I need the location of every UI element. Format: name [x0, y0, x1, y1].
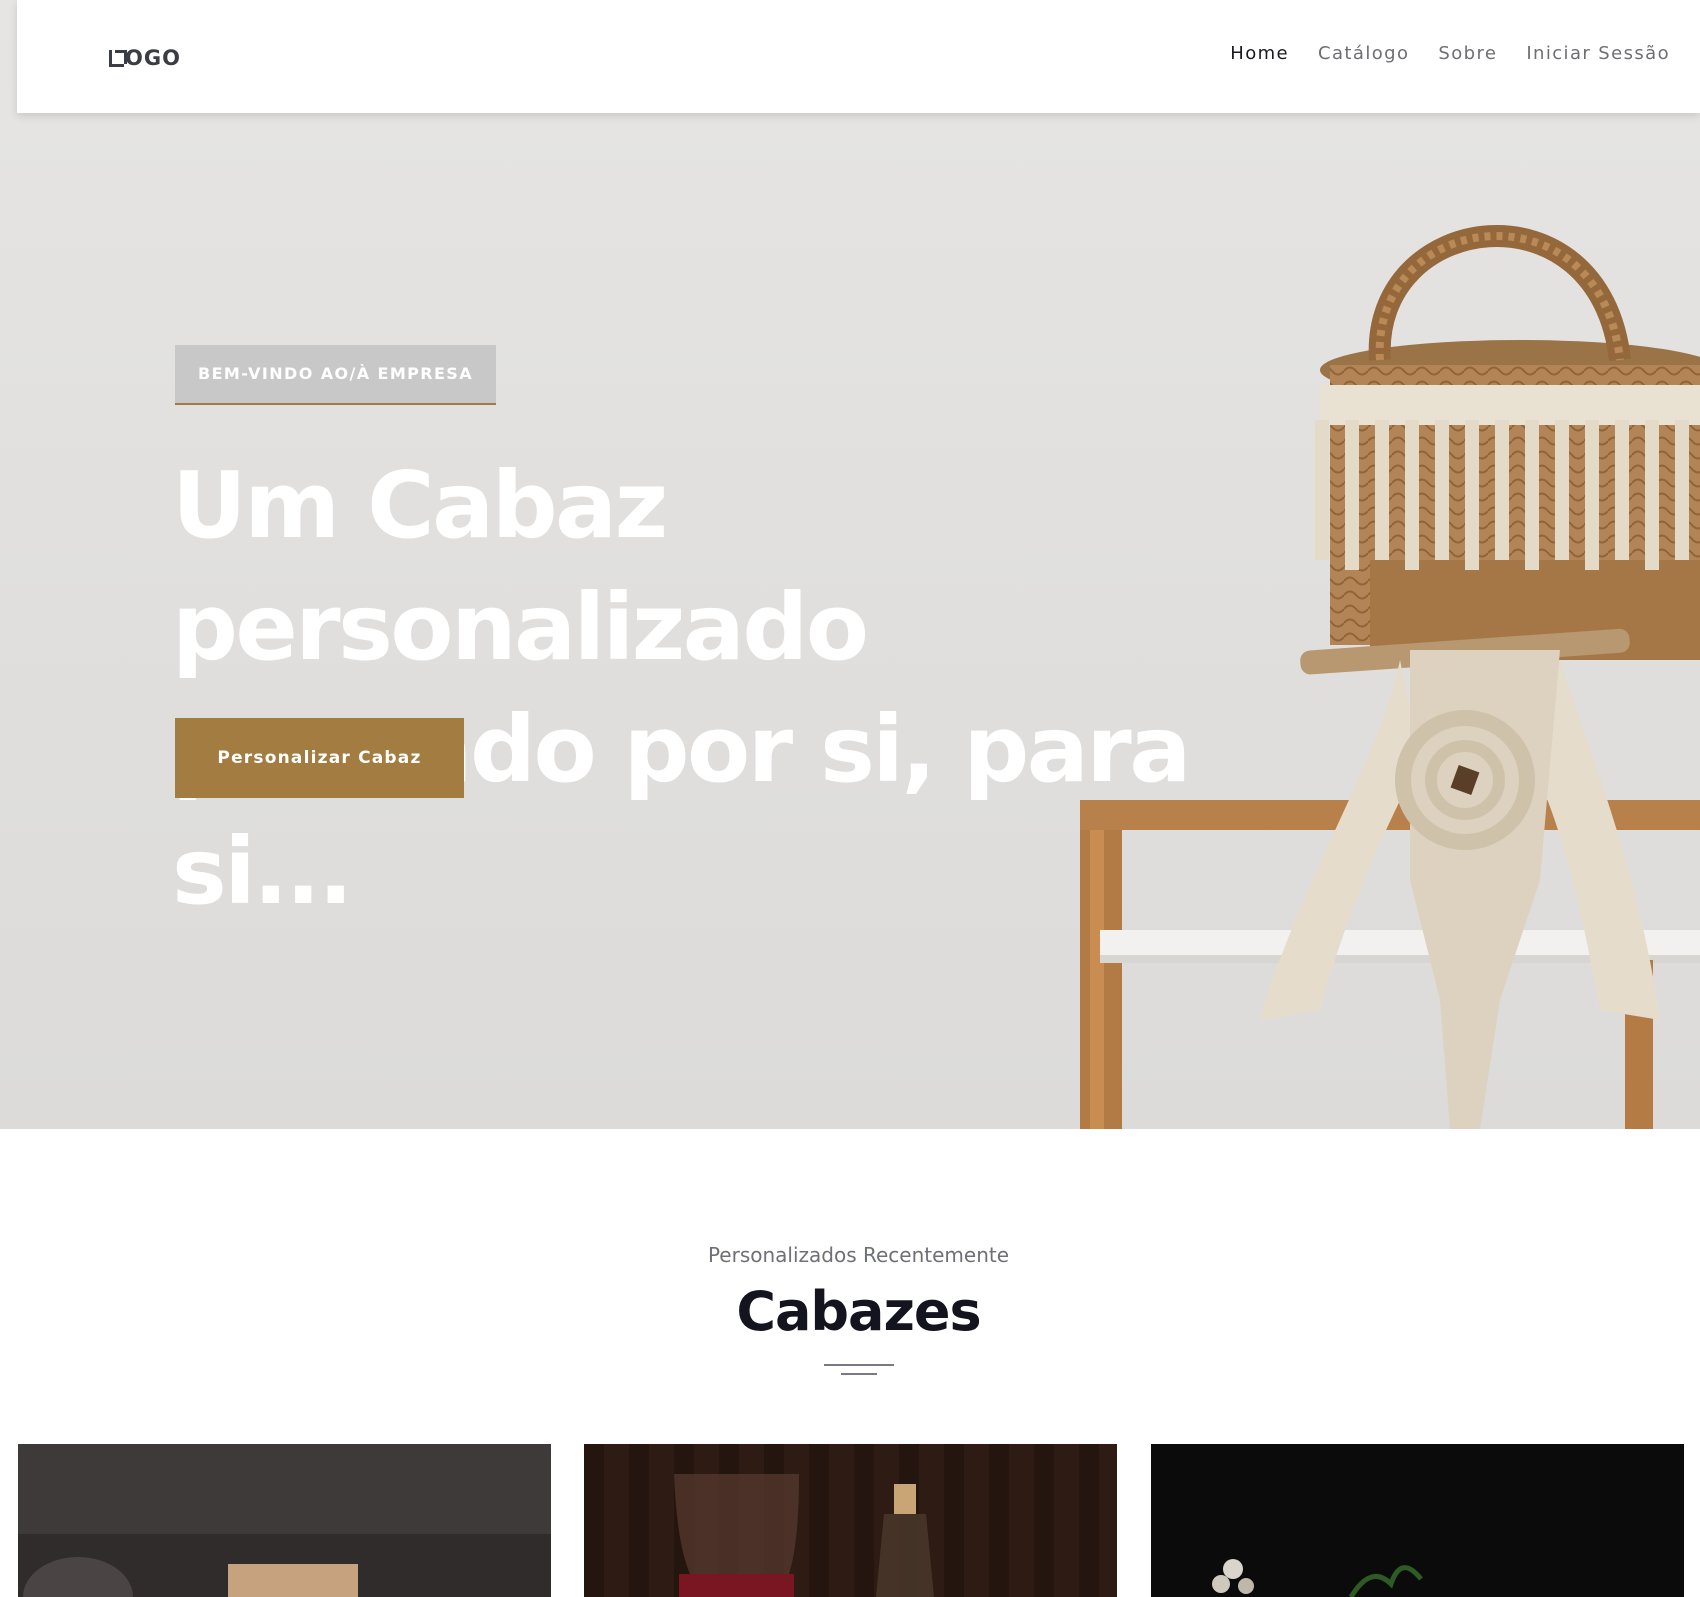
basket-card-image — [18, 1444, 551, 1597]
nav-login[interactable]: Iniciar Sessão — [1526, 43, 1670, 64]
nav-catalog[interactable]: Catálogo — [1318, 43, 1409, 64]
section-divider — [824, 1364, 894, 1376]
personalize-basket-button[interactable]: Personalizar Cabaz — [175, 718, 464, 798]
basket-card[interactable] — [584, 1444, 1117, 1597]
basket-card-image — [1151, 1444, 1684, 1597]
hero-headline: Um Cabaz personalizado pensado por si, p… — [172, 445, 1312, 933]
basket-card-image — [584, 1444, 1117, 1597]
logo-text: OGO — [125, 46, 181, 70]
logo-mark-icon — [109, 49, 127, 67]
basket-card[interactable] — [18, 1444, 551, 1597]
site-header: OGO Home Catálogo Sobre Iniciar Sessão — [17, 0, 1700, 113]
nav-about[interactable]: Sobre — [1438, 43, 1497, 64]
hero-section: BEM-VINDO AO/À EMPRESA Um Cabaz personal… — [0, 0, 1700, 1129]
welcome-badge: BEM-VINDO AO/À EMPRESA — [175, 345, 497, 405]
nav-home[interactable]: Home — [1230, 43, 1289, 64]
basket-cards — [18, 1444, 1684, 1597]
section-subtitle: Personalizados Recentemente — [707, 1243, 1010, 1267]
section-title: Cabazes — [736, 1280, 981, 1343]
main-nav: Home Catálogo Sobre Iniciar Sessão — [1230, 43, 1670, 64]
headline-line-1: Um Cabaz personalizado — [172, 452, 869, 681]
logo[interactable]: OGO — [109, 46, 181, 70]
basket-card[interactable] — [1151, 1444, 1684, 1597]
